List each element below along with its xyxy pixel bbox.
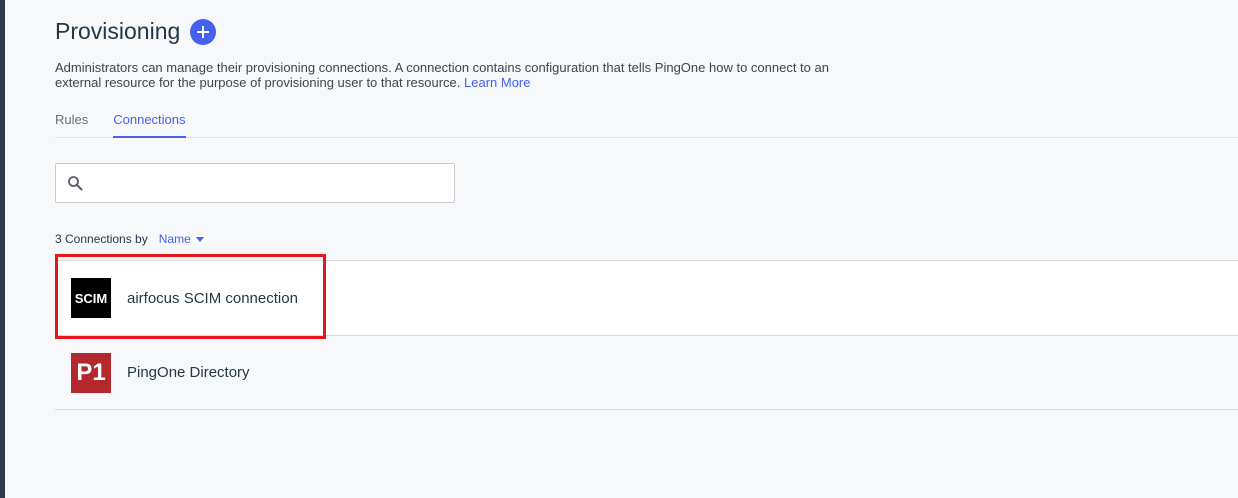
pingone-logo: P1 — [71, 352, 111, 393]
search-box — [55, 163, 455, 203]
left-edge-strip — [0, 0, 5, 498]
learn-more-link[interactable]: Learn More — [464, 75, 530, 90]
sort-by-label: Name — [158, 232, 191, 246]
connection-count-row: 3 Connections by Name — [55, 232, 204, 246]
tab-rules[interactable]: Rules — [55, 104, 88, 138]
connection-count-label: 3 Connections by — [55, 232, 148, 246]
search-input[interactable] — [89, 164, 454, 202]
plus-icon — [197, 25, 210, 38]
tab-connections[interactable]: Connections — [113, 104, 186, 138]
search-icon — [68, 176, 83, 191]
connection-name: airfocus SCIM connection — [127, 289, 298, 307]
description-text: Administrators can manage their provisio… — [55, 60, 829, 90]
connection-row-pingone-directory[interactable]: P1 PingOne Directory — [55, 335, 1238, 410]
caret-down-icon — [195, 236, 204, 242]
page-description: Administrators can manage their provisio… — [55, 60, 845, 90]
tab-bar: Rules Connections — [55, 104, 1238, 138]
add-connection-button[interactable] — [190, 18, 217, 45]
scim-logo: SCIM — [71, 278, 111, 318]
connection-name: PingOne Directory — [127, 364, 250, 381]
sort-by-dropdown[interactable]: Name — [159, 232, 204, 246]
page-title: Provisioning — [55, 18, 181, 44]
connection-row-airfocus[interactable]: SCIM airfocus SCIM connection — [55, 260, 1238, 335]
page-header: Provisioning — [55, 18, 217, 45]
connection-list: SCIM airfocus SCIM connection P1 PingOne… — [55, 260, 1238, 410]
